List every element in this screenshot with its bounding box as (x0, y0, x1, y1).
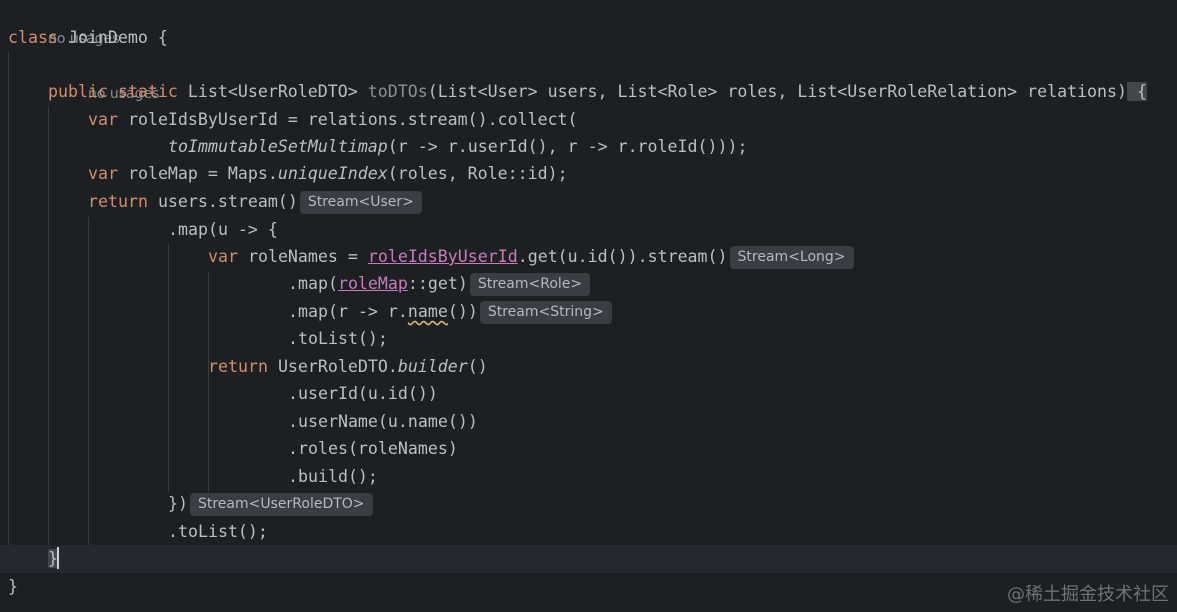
current-line[interactable]: } (0, 545, 1177, 573)
code-text: (r -> r.userId(), r -> r.roleId())); (387, 137, 748, 156)
code-text: .map(u -> { (168, 220, 278, 239)
keyword-public: public (48, 82, 108, 101)
code-line: .userName(u.name()) (0, 408, 1177, 436)
code-line: .toList(); (0, 518, 1177, 546)
code-line: .map(r -> r.name()) Stream<String> (0, 298, 1177, 326)
variable-reference[interactable]: roleIdsByUserId (368, 247, 518, 266)
code-text: users.stream() (147, 192, 298, 211)
method-params: (List<User> users, List<Role> roles, Lis… (427, 82, 1128, 101)
code-line: no usages (0, 0, 1177, 47)
code-text: UserRoleDTO. (267, 357, 398, 376)
keyword-var: var (88, 110, 118, 129)
keyword-return: return (88, 192, 148, 211)
code-text: .map(r -> r. (288, 302, 408, 321)
keyword-class: class (8, 28, 58, 47)
type-inlay-hint[interactable]: Stream<Long> (729, 246, 854, 269)
code-text: .get(u.id()).stream() (517, 247, 728, 266)
type-inlay-hint[interactable]: Stream<String> (479, 301, 612, 324)
code-text: () (467, 357, 488, 376)
code-text: .map( (288, 274, 338, 293)
code-line: } (0, 573, 1177, 601)
code-line: var roleNames = roleIdsByUserId.get(u.id… (0, 243, 1177, 271)
code-text: .toList(); (168, 522, 268, 541)
code-text: .build(); (288, 467, 378, 486)
static-call[interactable]: builder (398, 357, 468, 376)
code-line: toImmutableSetMultimap(r -> r.userId(), … (0, 133, 1177, 161)
watermark: @稀土掘金技术社区 (1007, 584, 1169, 605)
method-brace-open: { (1127, 82, 1148, 101)
code-text: roleMap = Maps. (117, 164, 278, 183)
code-text: }) (168, 494, 188, 513)
brace-open: { (147, 28, 168, 47)
code-text: .userName(u.name()) (288, 412, 478, 431)
code-text: ()) (447, 302, 478, 321)
code-text: roleNames = (237, 247, 368, 266)
static-call[interactable]: toImmutableSetMultimap (168, 137, 388, 156)
keyword-var: var (88, 164, 118, 183)
code-text: .roles(roleNames) (288, 439, 458, 458)
code-line: return UserRoleDTO.builder() (0, 353, 1177, 381)
code-text: roleIdsByUserId = relations.stream().col… (117, 110, 578, 129)
return-type: List<UserRoleDTO> (187, 82, 358, 101)
code-text: .userId(u.id()) (288, 384, 438, 403)
code-line: no usages (0, 51, 1177, 102)
code-line: .userId(u.id()) (0, 380, 1177, 408)
code-line: .roles(roleNames) (0, 435, 1177, 463)
keyword-static: static (117, 82, 178, 101)
code-line: var roleIdsByUserId = relations.stream()… (0, 106, 1177, 134)
warning-highlight[interactable]: name (408, 302, 448, 321)
code-line: .build(); (0, 463, 1177, 491)
keyword-return: return (208, 357, 268, 376)
variable-reference[interactable]: roleMap (338, 274, 408, 293)
code-line: .toList(); (0, 325, 1177, 353)
code-text: (roles, Role::id); (387, 164, 568, 183)
type-inlay-hint[interactable]: Stream<UserRoleDTO> (189, 493, 373, 516)
code-text: ::get) (407, 274, 468, 293)
method-name[interactable]: toDTOs (368, 82, 428, 101)
code-editor[interactable]: no usages class JoinDemo { no usages pub… (0, 0, 1177, 612)
class-brace-close: } (8, 577, 18, 596)
static-call[interactable]: uniqueIndex (278, 164, 388, 183)
code-line: class JoinDemo { (0, 24, 1177, 52)
type-inlay-hint[interactable]: Stream<Role> (469, 273, 591, 296)
code-line: .map(u -> { (0, 216, 1177, 244)
code-text: .toList(); (288, 329, 388, 348)
code-line: return users.stream() Stream<User> (0, 188, 1177, 216)
keyword-var: var (208, 247, 238, 266)
code-line: }) Stream<UserRoleDTO> (0, 490, 1177, 518)
code-line: .map(roleMap::get) Stream<Role> (0, 270, 1177, 298)
code-line: var roleMap = Maps.uniqueIndex(roles, Ro… (0, 160, 1177, 188)
type-inlay-hint[interactable]: Stream<User> (299, 191, 422, 214)
class-name[interactable]: JoinDemo (68, 28, 148, 47)
code-line: public static List<UserRoleDTO> toDTOs(L… (0, 78, 1177, 106)
text-caret (57, 547, 59, 569)
